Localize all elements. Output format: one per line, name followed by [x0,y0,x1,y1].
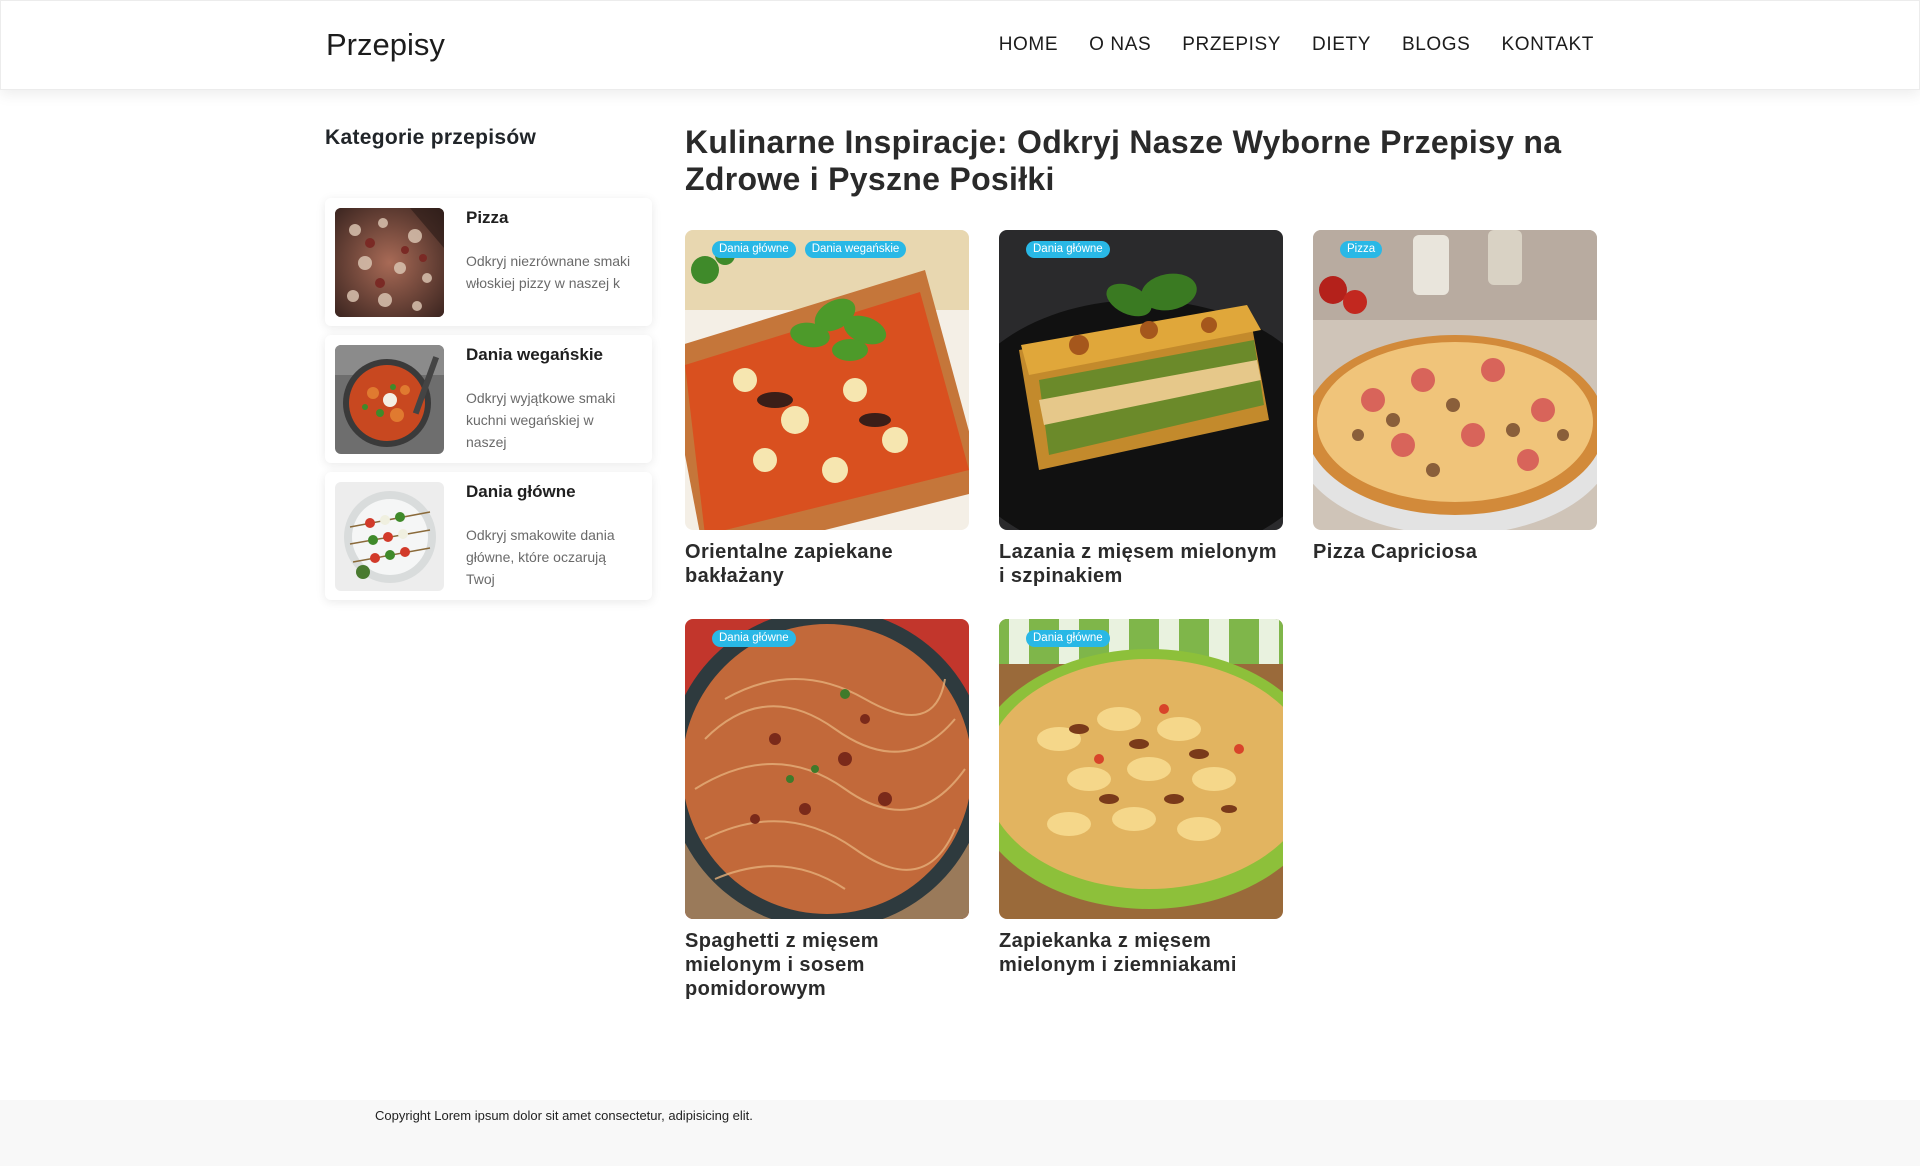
nav-blogs[interactable]: BLOGS [1402,34,1470,56]
category-sidebar: Kategorie przepisów Pizza Odkryj niezrów… [325,126,652,609]
recipe-tags: Dania główne [712,630,796,647]
site-header: Przepisy HOME O NAS PRZEPISY DIETY BLOGS… [0,0,1920,90]
main-nav: HOME O NAS PRZEPISY DIETY BLOGS KONTAKT [999,34,1594,56]
recipe-card[interactable]: Dania główne Dania wegańskie Orientalne … [685,230,969,588]
sidebar-title: Kategorie przepisów [325,126,537,149]
recipe-title: Spaghetti z mięsem mielonym i sosem pomi… [685,930,879,1000]
tag-badge[interactable]: Dania główne [712,241,796,258]
main-content: Kulinarne Inspiracje: Odkryj Nasze Wybor… [685,124,1597,1000]
category-description: Odkryj smakowite dania główne, które ocz… [466,527,615,587]
nav-diets[interactable]: DIETY [1312,34,1371,56]
nav-contact[interactable]: KONTAKT [1501,34,1594,56]
recipe-tags: Pizza [1340,241,1383,258]
copyright-text: Copyright Lorem ipsum dolor sit amet con… [375,1108,753,1123]
nav-home[interactable]: HOME [999,34,1058,56]
tag-badge[interactable]: Dania główne [1026,241,1110,258]
recipe-title: Pizza Capriciosa [1313,541,1478,563]
eggplant-casserole-photo: Dania główne Dania wegańskie [685,230,969,530]
category-card-vegan[interactable]: Dania wegańskie Odkryj wyjątkowe smaki k… [325,335,652,463]
page-title: Kulinarne Inspiracje: Odkryj Nasze Wybor… [685,124,1562,197]
recipe-title: Lazania z mięsem mielonym i szpinakiem [999,541,1277,587]
recipe-tags: Dania główne [1026,241,1110,258]
category-name: Dania główne [466,482,576,501]
recipe-card[interactable]: Pizza Pizza Capriciosa [1313,230,1597,564]
lasagna-photo: Dania główne [999,230,1283,530]
recipe-card[interactable]: Dania główne Spaghetti z mięsem mielonym… [685,619,969,1001]
category-name: Pizza [466,208,509,227]
vegan-stew-thumbnail [335,345,444,454]
potato-casserole-photo: Dania główne [999,619,1283,919]
tag-badge[interactable]: Pizza [1340,241,1383,258]
tag-badge[interactable]: Dania główne [1026,630,1110,647]
skewers-thumbnail [335,482,444,591]
tag-badge[interactable]: Dania główne [712,630,796,647]
recipe-card[interactable]: Dania główne Zapiekanka z mięsem mielony… [999,619,1283,977]
category-description: Odkryj niezrównane smaki włoskiej pizzy … [466,253,631,291]
category-card-pizza[interactable]: Pizza Odkryj niezrównane smaki włoskiej … [325,198,652,326]
recipe-title: Zapiekanka z mięsem mielonym i ziemniaka… [999,930,1237,976]
recipe-tags: Dania główne [1026,630,1110,647]
brand-logo[interactable]: Przepisy [326,27,445,63]
site-footer: Copyright Lorem ipsum dolor sit amet con… [0,1100,1920,1166]
nav-about[interactable]: O NAS [1089,34,1151,56]
tag-badge[interactable]: Dania wegańskie [804,241,907,258]
pizza-thumbnail [335,208,444,317]
category-name: Dania wegańskie [466,345,604,364]
recipe-card[interactable]: Dania główne Lazania z mięsem mielonym i… [999,230,1283,588]
recipe-tags: Dania główne Dania wegańskie [712,241,907,258]
pizza-capriciosa-photo: Pizza [1313,230,1597,530]
recipe-title: Orientalne zapiekane bakłażany [685,541,894,587]
category-description: Odkryj wyjątkowe smaki kuchni wegańskiej… [466,390,616,450]
nav-recipes[interactable]: PRZEPISY [1182,34,1281,56]
spaghetti-photo: Dania główne [685,619,969,919]
category-card-main-dishes[interactable]: Dania główne Odkryj smakowite dania głów… [325,472,652,600]
